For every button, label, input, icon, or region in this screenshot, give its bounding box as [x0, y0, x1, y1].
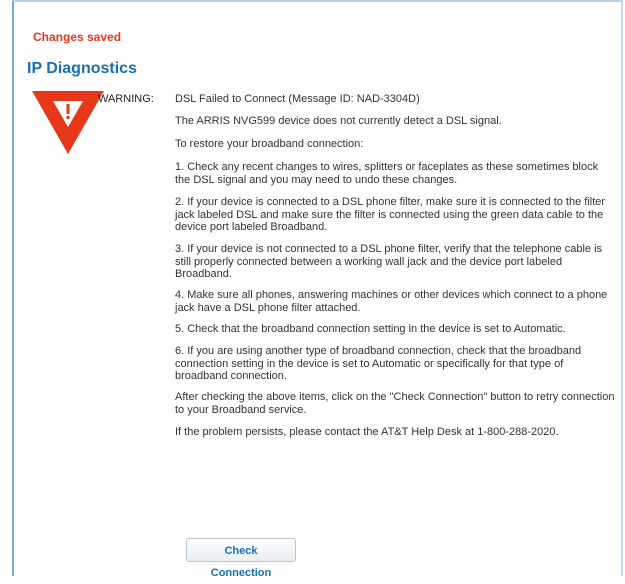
- step-1: 1. Check any recent changes to wires, sp…: [175, 161, 599, 186]
- check-connection-button[interactable]: Check Connection: [186, 538, 296, 579]
- step-6: 6. If you are using another type of broa…: [175, 345, 582, 382]
- step-5: 5. Check that the broadband connection s…: [175, 323, 566, 335]
- status-message: Changes saved: [33, 30, 122, 44]
- content-panel: Changes saved IP Diagnostics WARNING: DS…: [12, 0, 623, 579]
- step-2: 2. If your device is connected to a DSL …: [175, 196, 606, 233]
- step-4: 4. Make sure all phones, answering machi…: [175, 289, 608, 314]
- message-title: DSL Failed to Connect (Message ID: NAD-3…: [175, 93, 420, 105]
- after-checking-text: After checking the above items, click on…: [175, 391, 615, 416]
- message-restore-intro: To restore your broadband connection:: [175, 138, 364, 150]
- help-desk-text: If the problem persists, please contact …: [175, 426, 559, 438]
- warning-triangle-icon: [28, 89, 108, 158]
- warning-label: WARNING:: [98, 93, 154, 105]
- message-detection: The ARRIS NVG599 device does not current…: [175, 115, 502, 127]
- step-3: 3. If your device is not connected to a …: [175, 243, 603, 280]
- page-title: IP Diagnostics: [27, 60, 137, 77]
